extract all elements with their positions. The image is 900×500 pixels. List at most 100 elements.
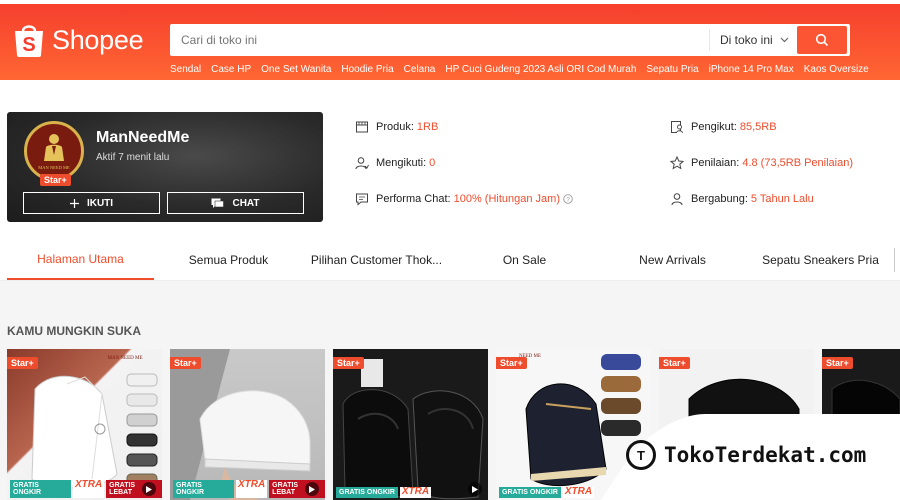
header-top-strip [0,0,900,4]
suggestion-link[interactable]: Celana [404,64,436,75]
star-plus-badge: Star+ [40,174,71,186]
logo-text: Shopee [52,24,144,55]
user-follow-icon [355,157,369,170]
free-shipping-tag: GRATIS ONGKIR [173,480,234,498]
chat-label: CHAT [232,197,260,209]
watermark-text: TokoTerdekat.com [664,443,867,467]
product-brand-text: MAN NEED ME [108,356,143,361]
promo-tags: GRATIS ONGKIR XTRA GRATIS LEBAT [173,480,325,498]
stat-label: Produk: [376,121,414,133]
suggestion-link[interactable]: Case HP [211,64,251,75]
stat-value: 1RB [416,121,439,133]
star-plus-badge: Star+ [496,357,527,369]
search-input[interactable] [173,27,709,53]
stat-value: 5 Tahun Lalu [750,193,814,205]
xtra-tag: XTRA [235,480,268,498]
product-image [170,349,311,500]
plus-icon [69,198,79,208]
suggestion-link[interactable]: HP Cuci Gudeng 2023 Asli ORI Cod Murah [445,64,636,75]
watermark: T TokoTerdekat.com [626,440,866,470]
tabs-more-divider [894,248,895,272]
svg-text:?: ? [566,197,570,204]
product-card[interactable]: Star+ GRATIS ONGKIR XTRA [333,349,488,500]
play-icon[interactable] [468,482,482,496]
search-bar: Di toko ini [170,24,850,56]
follow-label: IKUTI [86,197,114,209]
stat-label: Penilaian: [691,157,740,169]
search-suggestions: Sendal Case HP One Set Wanita Hoodie Pri… [170,64,869,75]
free-shipping-tag: GRATIS ONGKIR [10,480,71,498]
stat-pengikut[interactable]: Pengikut: 85,5RB [670,120,777,134]
play-icon[interactable] [305,482,319,496]
suggestion-link[interactable]: Sendal [170,64,201,75]
store-icon [356,121,368,133]
star-plus-badge: Star+ [822,357,853,369]
user-icon [671,193,683,206]
suggestion-link[interactable]: Kaos Oversize [804,64,869,75]
tab-pilihan-customer[interactable]: Pilihan Customer Thok... [303,240,450,280]
xtra-tag: XTRA [562,486,595,498]
xtra-tag: XTRA [72,480,105,498]
watermark-logo-icon: T [626,440,656,470]
stat-produk: Produk: 1RB [355,120,438,134]
promo-tags: GRATIS ONGKIR XTRA [336,486,432,498]
free-shipping-tag: GRATIS ONGKIR [336,487,398,498]
star-icon [670,156,684,170]
stat-label: Pengikut: [691,121,737,133]
stat-performa-chat: Performa Chat: 100% (Hitungan Jam) ? [355,192,573,206]
star-plus-badge: Star+ [7,357,38,369]
star-plus-badge: Star+ [659,357,690,369]
promo-tags: GRATIS ONGKIR XTRA GRATIS LEBAT [10,480,162,498]
shop-active-status: Aktif 7 menit lalu [96,152,170,163]
chevron-down-icon [780,37,789,43]
stat-bergabung: Bergabung: 5 Tahun Lalu [670,192,814,206]
shop-avatar[interactable]: MAN NEED ME [24,121,84,181]
shop-tabs: Halaman Utama Semua Produk Pilihan Custo… [0,240,900,281]
suggestion-link[interactable]: Sepatu Pria [646,64,698,75]
xtra-tag: XTRA [399,486,432,498]
tab-new-arrivals[interactable]: New Arrivals [599,240,746,280]
search-scope-label: Di toko ini [720,33,773,47]
stat-label: Bergabung: [691,193,748,205]
free-shipping-tag: GRATIS ONGKIR [499,487,561,498]
top-header: S Shopee Di toko ini Sendal Case HP One … [0,0,900,80]
shopping-bag-icon: S [15,25,43,57]
play-icon[interactable] [142,482,156,496]
star-plus-badge: Star+ [333,357,364,369]
follow-button[interactable]: IKUTI [23,192,160,214]
product-image [342,359,484,500]
search-icon [815,33,829,47]
suggestion-link[interactable]: iPhone 14 Pro Max [709,64,794,75]
search-scope-dropdown[interactable]: Di toko ini [709,29,797,51]
shop-logo-icon: MAN NEED ME [38,134,70,170]
chat-button[interactable]: CHAT [167,192,304,214]
avatar-caption: MAN NEED ME [38,165,70,170]
suggestion-link[interactable]: Hoodie Pria [341,64,393,75]
stat-value: 0 [429,157,436,169]
stat-label: Performa Chat: [376,193,451,205]
product-image: MAN NEED ME [31,356,158,489]
shop-banner: MAN NEED ME Star+ ManNeedMe Aktif 7 meni… [0,80,900,240]
help-icon[interactable]: ? [563,194,573,204]
stat-label: Mengikuti: [376,157,427,169]
stat-value: 4.8 (73,5RB Penilaian) [742,157,854,169]
shop-name: ManNeedMe [96,129,190,146]
tab-semua-produk[interactable]: Semua Produk [155,240,302,280]
chat-bubble-icon [356,193,368,206]
stat-penilaian[interactable]: Penilaian: 4.8 (73,5RB Penilaian) [670,156,853,170]
product-card[interactable]: Star+ MAN NEED ME GRATIS ONGKIR XTRA GRA… [7,349,162,500]
stat-mengikuti[interactable]: Mengikuti: 0 [355,156,435,170]
tab-sepatu-sneakers-pria[interactable]: Sepatu Sneakers Pria [747,240,894,280]
tab-on-sale[interactable]: On Sale [451,240,598,280]
shopee-logo[interactable]: S Shopee [12,22,144,58]
stat-value: 85,5RB [739,121,777,133]
promo-tags: GRATIS ONGKIR XTRA [499,486,595,498]
suggestion-link[interactable]: One Set Wanita [261,64,331,75]
chat-icon [211,198,225,208]
shop-card: MAN NEED ME Star+ ManNeedMe Aktif 7 meni… [7,112,323,222]
product-card[interactable]: Star+ GRATIS ONGKIR XTRA GRATIS LEBAT [170,349,325,500]
search-button[interactable] [797,26,847,54]
tab-halaman-utama[interactable]: Halaman Utama [7,240,154,280]
followers-icon [671,121,683,134]
section-title: KAMU MUNGKIN SUKA [7,324,141,338]
